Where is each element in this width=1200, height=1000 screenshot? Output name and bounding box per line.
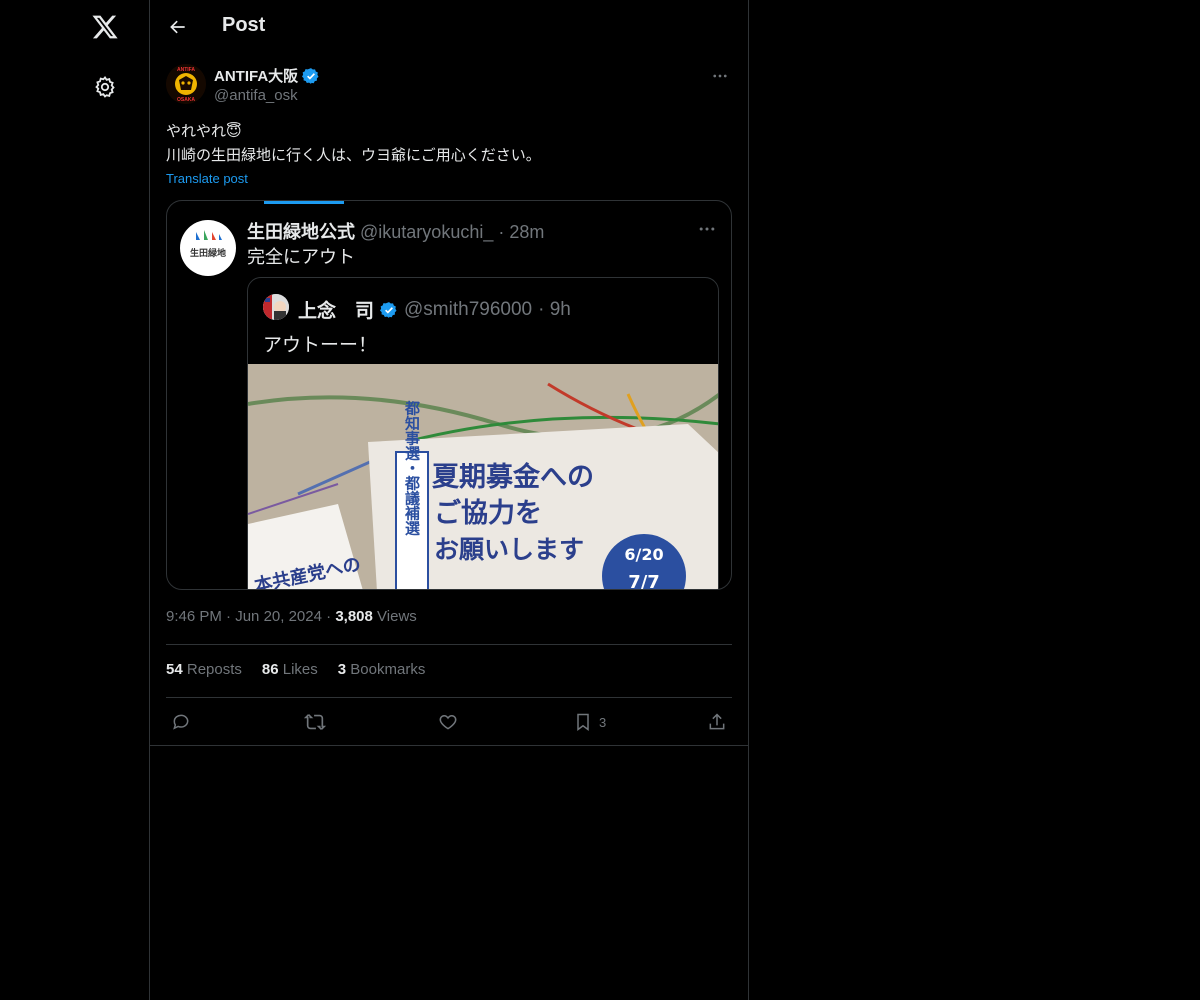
heart-icon [439,714,457,730]
share-icon [709,713,725,730]
arrow-left-icon [170,20,185,34]
photo-headline-2: ご協力を [434,497,542,529]
likes-label: Likes [282,661,318,678]
quoted-author-handle: @ikutaryokuchi_ [360,222,494,242]
quoted-more-icon [695,219,719,239]
bookmark-button[interactable]: 3 [573,710,606,734]
reply-button[interactable] [171,710,191,734]
bookmarks-label: Bookmarks [350,661,426,678]
post-date[interactable]: Jun 20, 2024 [235,608,322,625]
photo-vertical-label: 都知事選・都議補選 [403,401,421,537]
meta-separator: · [326,608,332,625]
quoted-author: 生田緑地公式 @ikutaryokuchi_ · 28m [247,218,544,244]
divider [166,697,732,698]
repost-button[interactable] [304,710,326,734]
verified-badge-icon [380,301,397,318]
more-options-button[interactable] [708,64,732,88]
nested-author: 上念 司 @smith796000 · 9h [298,296,571,323]
left-sidebar [0,0,150,1000]
back-button[interactable] [164,13,192,41]
gear-icon[interactable] [88,70,122,104]
divider [150,745,748,746]
translate-post-link[interactable]: Translate post [166,171,248,186]
bookmarks-stat[interactable]: 3 Bookmarks [338,661,426,678]
author-handle[interactable]: @antifa_osk [214,87,298,104]
reposts-label: Reposts [186,661,242,678]
nested-author-handle: @smith796000 [404,298,533,320]
avatar-text-top: ANTIFA [177,67,195,73]
like-button[interactable] [438,710,458,734]
main-column: Post ANTIFA OSAKA ANTIFA大阪 @antifa_osk や… [149,0,749,1000]
nested-avatar [263,294,289,320]
media-progress-bar [264,201,344,204]
photo-badge-1: 6/20 [624,545,663,564]
quoted-time: · 28m [498,222,545,242]
nested-text: アウトーー！ [263,335,378,356]
author-name-text: ANTIFA大阪 [214,68,299,85]
post-time[interactable]: 9:46 PM [166,608,222,625]
photo-headline-3: お願いします [434,535,584,564]
nested-time: · 9h [538,298,571,320]
avatar[interactable]: ANTIFA OSAKA [166,64,206,104]
reposts-count: 54 [166,661,183,678]
post-text: やれやれ😇 川崎の生田緑地に行く人は、ウヨ爺にご用心ください。 [166,123,541,164]
x-logo-icon[interactable] [88,10,122,44]
quoted-text: 完全にアウト [247,247,355,267]
page-title: Post [222,14,266,36]
nested-author-name: 上念 司 [298,301,375,322]
bookmarks-count: 3 [337,661,347,678]
quoted-avatar-label: 生田緑地 [190,247,226,259]
repost-icon [304,714,326,730]
avatar-text-bottom: OSAKA [177,97,195,103]
divider [166,644,732,645]
page-header: Post [150,0,748,53]
author-name[interactable]: ANTIFA大阪 [214,65,320,86]
quoted-author-name: 生田緑地公式 [247,222,355,242]
quoted-avatar: 生田緑地 [180,220,236,276]
bookmark-icon [577,713,589,731]
photo-badge-2: 7/7 [628,572,660,590]
meta-separator: · [226,608,232,625]
post-meta: 9:46 PM · Jun 20, 2024 · 3,808 Views [166,608,417,625]
likes-count: 86 [261,661,279,678]
photo-headline-1: 夏期募金への [432,461,594,493]
reposts-stat[interactable]: 54 Reposts [166,661,242,678]
more-icon [713,74,727,78]
bookmark-count: 3 [599,714,607,730]
views-label: Views [377,608,417,625]
views-count: 3,808 [335,608,373,625]
nested-quoted-post: 上念 司 @smith796000 · 9h アウトーー！ 都知事選・都議補選 … [247,277,719,590]
likes-stat[interactable]: 86 Likes [262,661,318,678]
verified-badge-icon [302,67,319,84]
share-button[interactable] [707,710,727,734]
reply-icon [173,714,189,730]
engagement-stats: 54 Reposts 86 Likes 3 Bookmarks [166,661,425,678]
quoted-post[interactable]: 生田緑地 生田緑地公式 @ikutaryokuchi_ · 28m 完全にアウト [166,200,732,590]
attached-photo: 都知事選・都議補選 夏期募金への ご協力を お願いします 6/20 7/7 本共… [248,364,718,590]
action-bar: 3 [166,706,732,738]
